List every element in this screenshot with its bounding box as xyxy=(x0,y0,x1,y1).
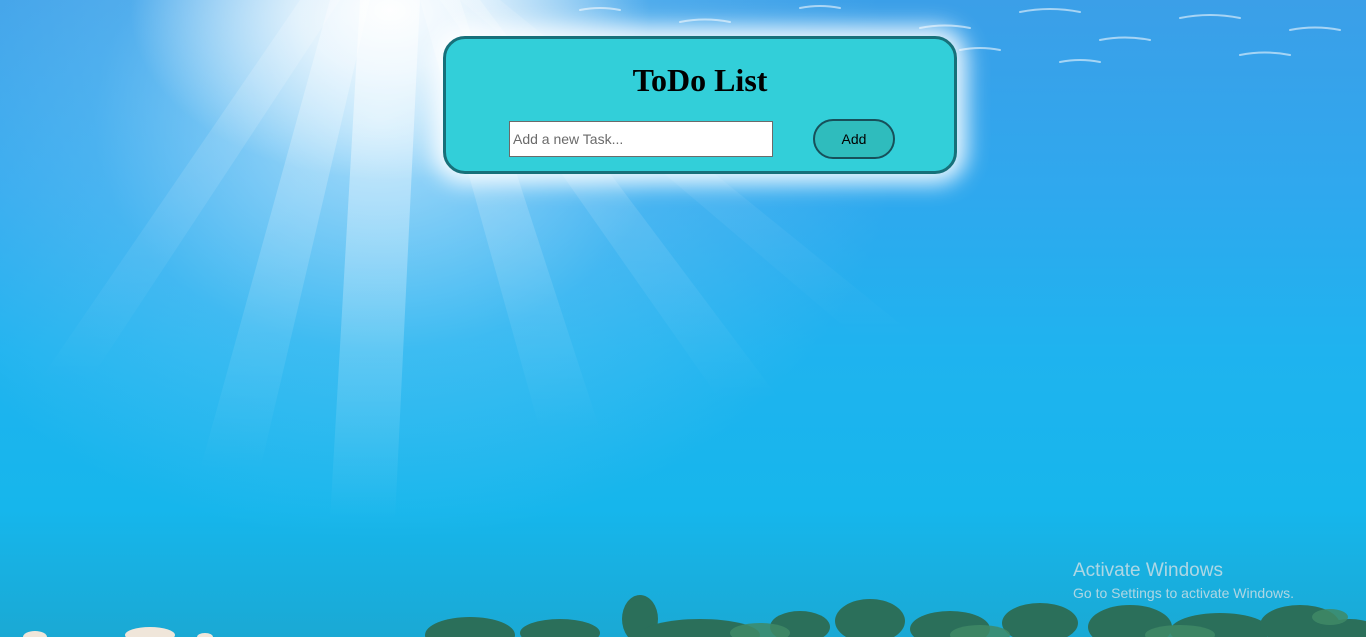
seabed-rocks xyxy=(23,595,1366,637)
watermark-title: Activate Windows xyxy=(1073,560,1223,581)
add-task-button[interactable]: Add xyxy=(813,119,895,159)
activate-windows-watermark: Activate Windows Go to Settings to activ… xyxy=(1073,560,1294,602)
todo-title: ToDo List xyxy=(632,62,768,98)
watermark-subtitle: Go to Settings to activate Windows. xyxy=(1073,585,1294,601)
todo-card: ToDo List Add xyxy=(443,36,957,174)
new-task-input[interactable] xyxy=(509,121,773,157)
